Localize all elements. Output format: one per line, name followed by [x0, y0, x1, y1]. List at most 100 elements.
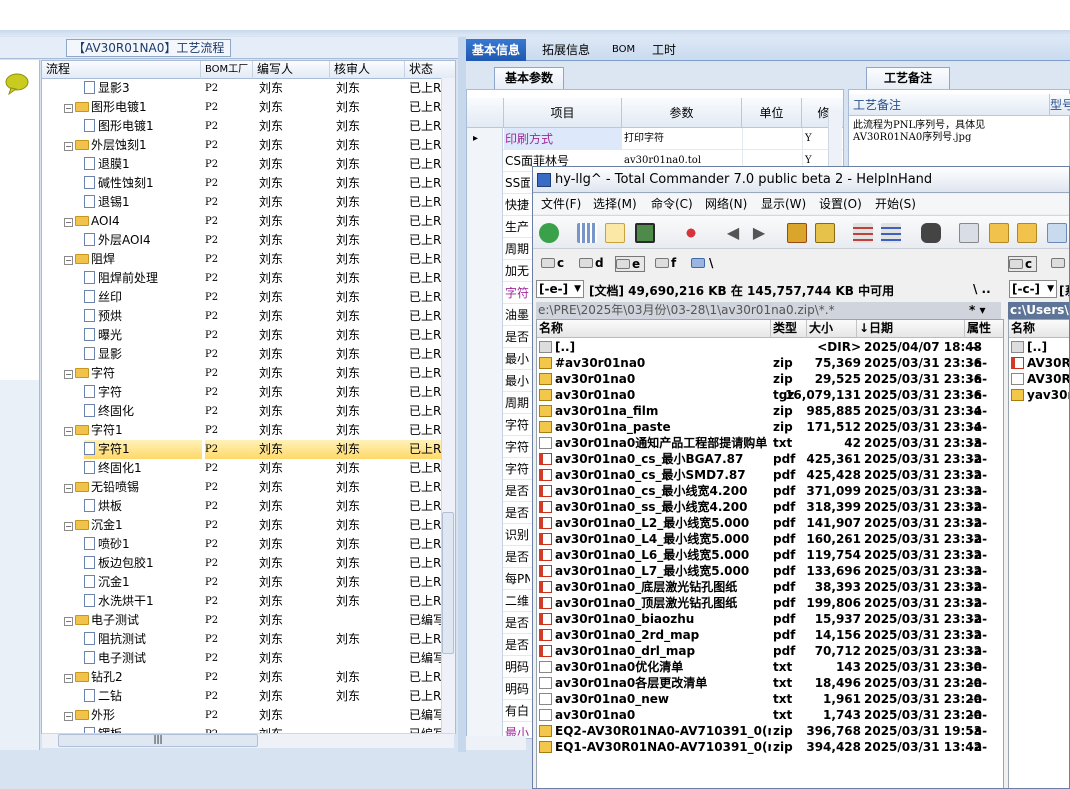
col-author[interactable]: 编写人: [253, 61, 330, 79]
drive-f-button[interactable]: f: [655, 256, 676, 272]
tree-node-label[interactable]: 字符: [84, 383, 202, 402]
file-row[interactable]: av30r01na_film zip 985,885 2025/03/31 23:34…: [537, 403, 1003, 419]
back-arrow-icon[interactable]: ◀: [723, 223, 743, 243]
tree-row[interactable]: 字符1 P2 刘东 刘东 已上R: [42, 440, 446, 459]
tree-row[interactable]: 显影 P2 刘东 刘东 已上R: [42, 345, 446, 364]
drive-select[interactable]: [-e-] ▼: [536, 280, 584, 298]
col-item[interactable]: 项目: [504, 98, 622, 128]
left-file-list[interactable]: 名称 类型 大小 ↓日期 属性 [..] <DIR> 2025/04/07 18:4…: [536, 319, 1004, 788]
tree-row[interactable]: 喷砂1 P2 刘东 刘东 已上R: [42, 535, 446, 554]
collapse-toggle-icon[interactable]: −: [64, 427, 73, 436]
tree-node-label[interactable]: 图形电镀1: [84, 117, 202, 136]
collapse-toggle-icon[interactable]: −: [64, 617, 73, 626]
tree-node-label[interactable]: 显影3: [84, 79, 202, 98]
tree-row[interactable]: − 外层蚀刻1 P2 刘东 刘东 已上R: [42, 136, 446, 155]
file-row[interactable]: av30r01na0_cs_最小BGA7.87 pdf 425,361 2025/03…: [537, 451, 1003, 467]
tree-row[interactable]: − 字符1 P2 刘东 刘东 已上R: [42, 421, 446, 440]
tree-node-label[interactable]: − 字符1: [64, 421, 202, 440]
file-row[interactable]: av30r01na0_L2_最小线宽5.000 pdf 141,907 2025/03…: [537, 515, 1003, 531]
file-row[interactable]: av30r01na0 zip 29,525 2025/03/31 23:36 -a-: [537, 371, 1003, 387]
collapse-toggle-icon[interactable]: −: [64, 522, 73, 531]
tree-node-label[interactable]: − 阻焊: [64, 250, 202, 269]
tree-row[interactable]: 外层AOI4 P2 刘东 刘东 已上R: [42, 231, 446, 250]
file-row[interactable]: av30r01na0_底层激光钻孔图纸 pdf 38,393 2025/03/31 2…: [537, 579, 1003, 595]
tree-row[interactable]: − 电子测试 P2 刘东 已编写: [42, 611, 446, 630]
file-row[interactable]: av30r01na0_drl_map pdf 70,712 2025/03/31 23…: [537, 643, 1003, 659]
menu-start[interactable]: 开始(S): [875, 196, 916, 212]
folder2-icon[interactable]: [1017, 223, 1037, 243]
right-file-list[interactable]: 名称 [..] AV30R0 AV30R0 yav30r0: [1008, 319, 1069, 788]
tree-row[interactable]: 预烘 P2 刘东 刘东 已上R: [42, 307, 446, 326]
file-row[interactable]: av30r01na0通知产品工程部提请购单 txt 42 2025/03/31 23:…: [537, 435, 1003, 451]
root-up-buttons[interactable]: \ ..: [973, 282, 991, 296]
tab-bom[interactable]: BOM: [606, 39, 641, 61]
collapse-toggle-icon[interactable]: −: [64, 218, 73, 227]
tab-extended-info[interactable]: 拓展信息: [536, 39, 596, 61]
tree-node-label[interactable]: − 电子测试: [64, 611, 202, 630]
path-history-button[interactable]: * ▾: [969, 303, 985, 317]
pack-icon[interactable]: [787, 223, 807, 243]
tree-scroll-thumb[interactable]: [442, 512, 454, 654]
tree-row[interactable]: − 字符 P2 刘东 刘东 已上R: [42, 364, 446, 383]
tree-row[interactable]: 终固化 P2 刘东 刘东 已上R: [42, 402, 446, 421]
right-drive-d-button[interactable]: [1051, 256, 1067, 272]
tree-row[interactable]: 电子测试 P2 刘东 已编写: [42, 649, 446, 668]
file-row[interactable]: av30r01na0_顶层激光钻孔图纸 pdf 199,806 2025/03/31 …: [537, 595, 1003, 611]
tree-row[interactable]: − AOI4 P2 刘东 刘东 已上R: [42, 212, 446, 231]
drive-c-button[interactable]: c: [541, 256, 564, 272]
forward-arrow-icon[interactable]: ▶: [749, 223, 769, 243]
folder-icon[interactable]: [989, 223, 1009, 243]
right-drive-select[interactable]: [-c-] ▼: [1009, 280, 1057, 298]
tree-node-label[interactable]: 阻焊前处理: [84, 269, 202, 288]
tree-node-label[interactable]: 板边包胶1: [84, 554, 202, 573]
tree-node-label[interactable]: 预烘: [84, 307, 202, 326]
file-row[interactable]: av30r01na0_cs_最小线宽4.200 pdf 371,099 2025/03…: [537, 483, 1003, 499]
tree-row[interactable]: 二钻 P2 刘东 刘东 已上R: [42, 687, 446, 706]
collapse-toggle-icon[interactable]: −: [64, 484, 73, 493]
refresh-icon[interactable]: [539, 223, 559, 243]
param-row[interactable]: ▸ 印刷方式 打印字符 Y: [467, 128, 843, 150]
binoculars-search-icon[interactable]: [921, 223, 941, 243]
file-row[interactable]: av30r01na0_biaozhu pdf 15,937 2025/03/31 23…: [537, 611, 1003, 627]
tree-node-label[interactable]: 丝印: [84, 288, 202, 307]
url-icon[interactable]: [881, 223, 901, 243]
left-path-bar[interactable]: e:\PRE\2025年\03月份\03-28\1\av30r01na0.zip…: [536, 302, 1001, 319]
collapse-toggle-icon[interactable]: −: [64, 370, 73, 379]
chat-bubble-icon[interactable]: [4, 72, 30, 96]
col-param[interactable]: 参数: [622, 98, 742, 128]
collapse-toggle-icon[interactable]: −: [64, 674, 73, 683]
tree-row[interactable]: 水洗烘干1 P2 刘东 刘东 已上R: [42, 592, 446, 611]
tree-row[interactable]: − 图形电镀1 P2 刘东 刘东 已上R: [42, 98, 446, 117]
drive-e-button[interactable]: e: [615, 256, 646, 272]
tree-node-label[interactable]: 外层AOI4: [84, 231, 202, 250]
file-row[interactable]: av30r01na0各层更改清单 txt 18,496 2025/03/31 23:2…: [537, 675, 1003, 691]
brief-view-icon[interactable]: [577, 223, 597, 243]
tree-node-label[interactable]: 终固化1: [84, 459, 202, 478]
total-commander-window[interactable]: hy-llg^ - Total Commander 7.0 public bet…: [532, 166, 1070, 789]
tree-node-label[interactable]: − 图形电镀1: [64, 98, 202, 117]
panel-splitter[interactable]: [458, 37, 466, 752]
tree-row[interactable]: 终固化1 P2 刘东 刘东 已上R: [42, 459, 446, 478]
tree-node-label[interactable]: 沉金1: [84, 573, 202, 592]
tree-node-label[interactable]: 退膜1: [84, 155, 202, 174]
tab-process-notes[interactable]: 工艺备注: [866, 67, 950, 89]
tree-row[interactable]: 沉金1 P2 刘东 刘东 已上R: [42, 573, 446, 592]
file-row[interactable]: av30r01na0_L7_最小线宽5.000 pdf 133,696 2025/03…: [537, 563, 1003, 579]
file-row[interactable]: av30r01na0 tgz 16,079,131 2025/03/31 23:36-…: [537, 387, 1003, 403]
tree-node-label[interactable]: 水洗烘干1: [84, 592, 202, 611]
unpack-icon[interactable]: [815, 223, 835, 243]
collapse-toggle-icon[interactable]: −: [64, 104, 73, 113]
file-row[interactable]: av30r01na0_cs_最小SMD7.87 pdf 425,428 2025/03…: [537, 467, 1003, 483]
param-value[interactable]: 打印字符: [622, 128, 742, 150]
tree-node-label[interactable]: − 钻孔2: [64, 668, 202, 687]
col-name[interactable]: 名称: [537, 320, 771, 338]
file-row[interactable]: av30r01na0_L4_最小线宽5.000 pdf 160,261 2025/03…: [537, 531, 1003, 547]
tree-row[interactable]: 烘板 P2 刘东 刘东 已上R: [42, 497, 446, 516]
tree-node-label[interactable]: 烘板: [84, 497, 202, 516]
collapse-toggle-icon[interactable]: −: [64, 142, 73, 151]
collapse-toggle-icon[interactable]: −: [64, 256, 73, 265]
thumbnail-view-icon[interactable]: [635, 223, 655, 243]
right-path-bar[interactable]: c:\Users\A: [1008, 302, 1069, 319]
tree-row[interactable]: 图形电镀1 P2 刘东 刘东 已上R: [42, 117, 446, 136]
tree-row[interactable]: 显影3 P2 刘东 刘东 已上R: [42, 79, 446, 98]
